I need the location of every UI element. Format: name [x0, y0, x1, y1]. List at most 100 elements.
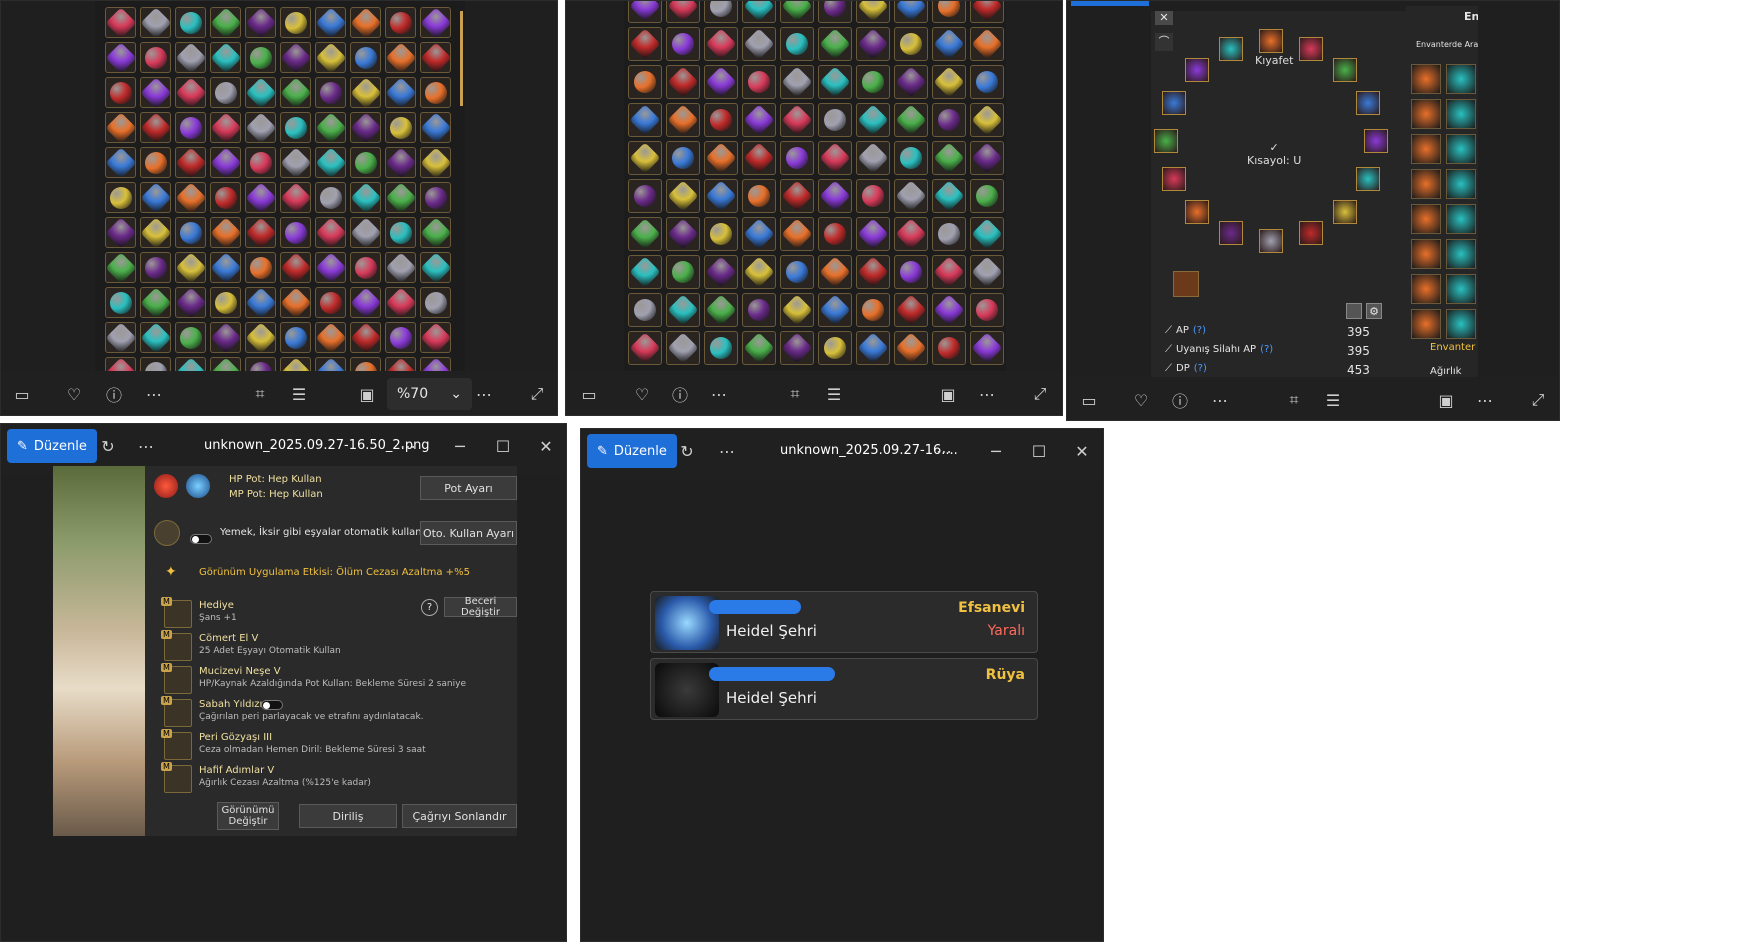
- inventory-slot[interactable]: [139, 286, 172, 319]
- inventory-slot[interactable]: [315, 287, 346, 318]
- inventory-slot[interactable]: [104, 321, 137, 354]
- inventory-slot[interactable]: [1411, 169, 1441, 199]
- inventory-slot[interactable]: [666, 217, 700, 251]
- inventory-slot[interactable]: [419, 251, 452, 284]
- inventory-slot[interactable]: [315, 77, 346, 108]
- inventory-slot[interactable]: [244, 216, 277, 249]
- inventory-slot[interactable]: [209, 41, 242, 74]
- inventory-slot[interactable]: [818, 217, 852, 251]
- inventory-slot[interactable]: [279, 146, 312, 179]
- horse-card[interactable]: Heidel Şehri Efsanevi Yaralı: [650, 591, 1038, 653]
- inventory-slot[interactable]: [1446, 274, 1476, 304]
- inventory-slot[interactable]: [104, 41, 137, 74]
- inventory-slot[interactable]: [140, 42, 171, 73]
- inventory-slot[interactable]: [175, 322, 206, 353]
- inventory-slot[interactable]: [856, 27, 890, 61]
- inventory-slot[interactable]: [244, 76, 277, 109]
- inventory-slot[interactable]: [280, 7, 311, 38]
- inventory-slot[interactable]: [349, 286, 382, 319]
- inventory-slot[interactable]: [704, 255, 738, 289]
- inventory-slot[interactable]: [210, 77, 241, 108]
- inventory-slot[interactable]: [856, 1, 890, 23]
- inventory-slot[interactable]: [104, 146, 137, 179]
- inventory-slot[interactable]: [140, 252, 171, 283]
- inventory-slot[interactable]: [894, 179, 928, 213]
- inventory-slot[interactable]: [970, 255, 1004, 289]
- inventory-slot[interactable]: [174, 181, 207, 214]
- more-icon[interactable]: ⋯: [932, 439, 956, 463]
- inventory-slot[interactable]: [314, 251, 347, 284]
- auto-use-settings-button[interactable]: Oto. Kullan Ayarı: [420, 521, 517, 545]
- minimize-icon[interactable]: ─: [984, 439, 1008, 463]
- inventory-slot[interactable]: [780, 217, 814, 251]
- inventory-slot[interactable]: [349, 6, 382, 39]
- inventory-slot[interactable]: [384, 181, 417, 214]
- inventory-slot[interactable]: [385, 322, 416, 353]
- info-icon[interactable]: ⓘ: [102, 382, 126, 406]
- equipment-slot[interactable]: [1364, 129, 1388, 153]
- equipment-slot[interactable]: [1259, 29, 1283, 53]
- scrollbar[interactable]: [460, 11, 463, 106]
- inventory-slot[interactable]: [245, 252, 276, 283]
- gear-icon[interactable]: ⚙: [1366, 303, 1382, 319]
- inventory-slot[interactable]: [279, 41, 312, 74]
- toggle-switch[interactable]: [261, 700, 283, 710]
- inventory-slot[interactable]: [970, 1, 1004, 23]
- inventory-slot[interactable]: [175, 217, 206, 248]
- inventory-slot[interactable]: [894, 293, 928, 327]
- inventory-slot[interactable]: [105, 287, 136, 318]
- inventory-slot[interactable]: [209, 146, 242, 179]
- scan-icon[interactable]: ⌗: [1282, 388, 1306, 412]
- inventory-slot[interactable]: [314, 146, 347, 179]
- inventory-slot[interactable]: [704, 103, 738, 137]
- scan-icon[interactable]: ⌗: [248, 382, 272, 406]
- inventory-slot[interactable]: [349, 181, 382, 214]
- info-icon[interactable]: ⓘ: [668, 382, 692, 406]
- inventory-slot[interactable]: [244, 181, 277, 214]
- inventory-slot[interactable]: [628, 27, 662, 61]
- inventory-slot[interactable]: [385, 217, 416, 248]
- inventory-slot[interactable]: [780, 103, 814, 137]
- inventory-slot[interactable]: [245, 42, 276, 73]
- inventory-slot[interactable]: [279, 251, 312, 284]
- inventory-slot[interactable]: [894, 103, 928, 137]
- expand-icon[interactable]: ⤢: [1028, 382, 1052, 406]
- inventory-slot[interactable]: [932, 27, 966, 61]
- inventory-slot[interactable]: [1446, 239, 1476, 269]
- favorite-icon[interactable]: ♡: [1129, 388, 1153, 412]
- inventory-slot[interactable]: [1411, 239, 1441, 269]
- inventory-slot[interactable]: [104, 6, 137, 39]
- edit-button[interactable]: ✎ Düzenle: [7, 429, 97, 463]
- inventory-slot[interactable]: [314, 216, 347, 249]
- inventory-slot[interactable]: [818, 103, 852, 137]
- inventory-slot[interactable]: [175, 7, 206, 38]
- inventory-slot[interactable]: [174, 286, 207, 319]
- more-icon[interactable]: ⋯: [975, 382, 999, 406]
- equipment-slot[interactable]: [1184, 58, 1209, 83]
- inventory-slot[interactable]: [856, 65, 890, 99]
- more-icon[interactable]: ⋯: [1208, 388, 1232, 412]
- inventory-slot[interactable]: [1411, 274, 1441, 304]
- inventory-slot[interactable]: [666, 1, 700, 23]
- inventory-slot[interactable]: [104, 216, 137, 249]
- search-inventory[interactable]: Envanterde Ara: [1416, 40, 1478, 49]
- inventory-slot[interactable]: [174, 251, 207, 284]
- inventory-slot[interactable]: [780, 255, 814, 289]
- help-icon[interactable]: ?: [421, 599, 438, 616]
- stat-help[interactable]: (?): [1193, 325, 1206, 336]
- inventory-slot[interactable]: [970, 65, 1004, 99]
- inventory-slot[interactable]: [742, 255, 776, 289]
- inventory-slot[interactable]: [780, 179, 814, 213]
- inventory-slot[interactable]: [628, 331, 662, 365]
- inventory-slot[interactable]: [384, 286, 417, 319]
- inventory-slot[interactable]: [139, 181, 172, 214]
- skill-change-button[interactable]: Beceri Değiştir: [444, 596, 517, 618]
- filmstrip-icon[interactable]: ▭: [1077, 388, 1101, 412]
- zoom-dropdown[interactable]: %70 ⌄: [387, 378, 472, 410]
- inventory-slot[interactable]: [174, 146, 207, 179]
- inventory-slot[interactable]: [350, 147, 381, 178]
- inventory-slot[interactable]: [818, 293, 852, 327]
- inventory-slot[interactable]: [1411, 134, 1441, 164]
- inventory-slot[interactable]: [704, 65, 738, 99]
- inventory-slot[interactable]: [139, 321, 172, 354]
